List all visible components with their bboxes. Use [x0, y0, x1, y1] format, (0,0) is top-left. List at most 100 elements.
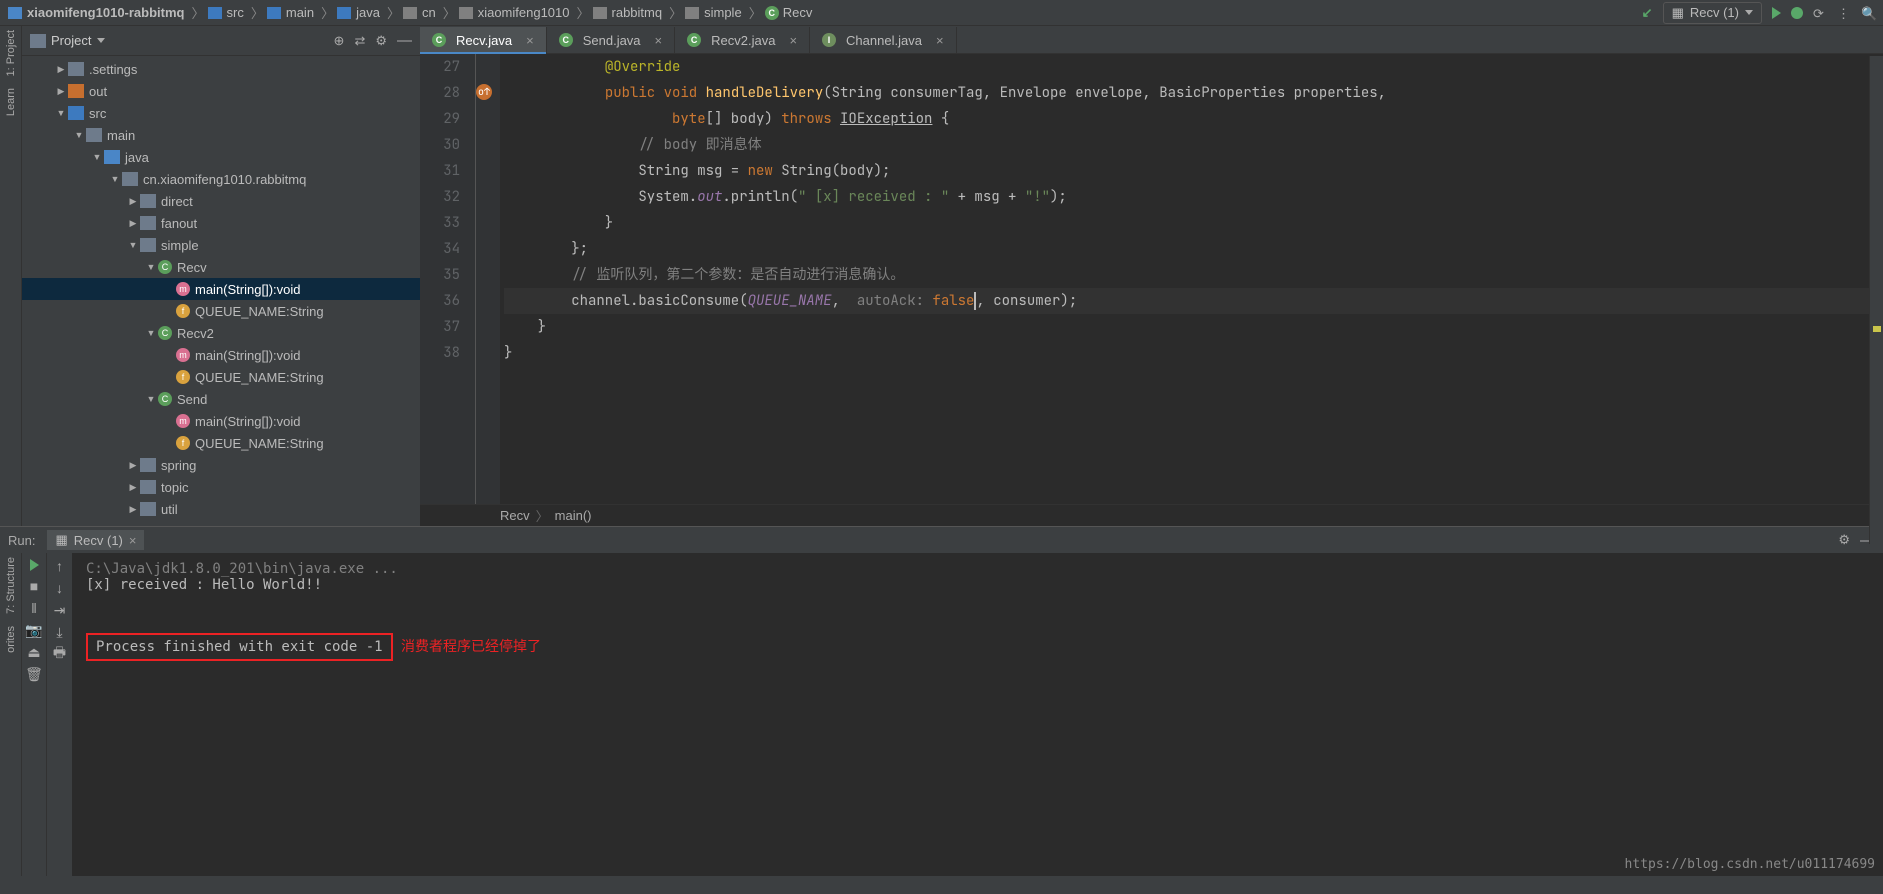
breadcrumb-item[interactable]: java [337, 5, 380, 20]
run-config-selector[interactable]: ▦ Recv (1) [1663, 2, 1762, 24]
tree-item[interactable]: main(String[]):void [22, 278, 420, 300]
tree-item[interactable]: fanout [22, 212, 420, 234]
code-line[interactable]: public void handleDelivery(String consum… [504, 80, 1883, 106]
favorites-tool-button[interactable]: orites [5, 626, 17, 653]
close-icon[interactable]: × [655, 33, 663, 48]
line-number[interactable]: 28 [420, 80, 460, 106]
tree-caret[interactable] [54, 86, 68, 97]
breadcrumb-item[interactable]: CRecv [765, 5, 813, 20]
code-line[interactable]: }; [504, 236, 1883, 262]
editor-tab[interactable]: CRecv.java× [420, 27, 547, 53]
code-line[interactable]: @Override [504, 54, 1883, 80]
tree-item[interactable]: topic [22, 476, 420, 498]
tree-item[interactable]: direct [22, 190, 420, 212]
line-number[interactable]: 38 [420, 340, 460, 366]
line-number[interactable]: 31 [420, 158, 460, 184]
tree-item[interactable]: java [22, 146, 420, 168]
search-button[interactable]: 🔍 [1861, 6, 1875, 20]
project-tool-button[interactable]: 1: Project [5, 30, 17, 76]
close-icon[interactable]: × [129, 533, 137, 548]
down-stack-button[interactable]: ↓ [53, 581, 67, 595]
code-line[interactable]: String msg = new String(body); [504, 158, 1883, 184]
tree-item[interactable]: .settings [22, 58, 420, 80]
stop-button[interactable]: ■ [27, 579, 41, 593]
breadcrumb-item[interactable]: rabbitmq [593, 5, 663, 20]
line-number[interactable]: 37 [420, 314, 460, 340]
editor-tab[interactable]: IChannel.java× [810, 27, 956, 53]
learn-tool-button[interactable]: Learn [5, 88, 17, 116]
code-line[interactable]: // 监听队列，第二个参数：是否自动进行消息确认。 [504, 262, 1883, 288]
code-line[interactable]: } [504, 314, 1883, 340]
line-number[interactable]: 34 [420, 236, 460, 262]
breadcrumb-item[interactable]: simple [685, 5, 742, 20]
tree-item[interactable]: main(String[]):void [22, 344, 420, 366]
select-opened-icon[interactable]: ⊕ [334, 33, 345, 49]
pause-button[interactable]: ‖ [27, 601, 41, 615]
close-icon[interactable]: × [789, 33, 797, 48]
editor-tab[interactable]: CRecv2.java× [675, 27, 810, 53]
tree-item[interactable]: QUEUE_NAME:String [22, 300, 420, 322]
tree-caret[interactable] [54, 108, 68, 118]
tree-item[interactable]: out [22, 80, 420, 102]
tree-caret[interactable] [54, 64, 68, 75]
tree-caret[interactable] [126, 196, 140, 207]
tree-caret[interactable] [126, 218, 140, 229]
breadcrumb-method[interactable]: main() [555, 508, 592, 523]
breadcrumb-item[interactable]: main [267, 5, 314, 20]
override-icon[interactable]: o↑ [476, 84, 492, 100]
soft-wrap-button[interactable]: ⇥ [53, 603, 67, 617]
tree-caret[interactable] [72, 130, 86, 140]
tree-caret[interactable] [126, 504, 140, 515]
tree-item[interactable]: main [22, 124, 420, 146]
tree-item[interactable]: main(String[]):void [22, 410, 420, 432]
debug-button[interactable] [1791, 7, 1803, 19]
tree-item[interactable]: src [22, 102, 420, 124]
tree-item[interactable]: util [22, 498, 420, 520]
code-line[interactable]: byte[] body) throws IOException { [504, 106, 1883, 132]
close-icon[interactable]: × [936, 33, 944, 48]
code-lines[interactable]: @Override public void handleDelivery(Str… [500, 54, 1883, 504]
line-number[interactable]: 29 [420, 106, 460, 132]
breadcrumb-item[interactable]: xiaomifeng1010 [459, 5, 570, 20]
breadcrumb-item[interactable]: cn [403, 5, 436, 20]
tree-caret[interactable] [90, 152, 104, 162]
collapse-icon[interactable]: ⇄ [354, 33, 365, 49]
line-number[interactable]: 33 [420, 210, 460, 236]
editor-breadcrumb[interactable]: Recv 〉 main() [420, 504, 1883, 526]
tree-item[interactable]: Send [22, 388, 420, 410]
project-tree[interactable]: .settingsoutsrcmainjavacn.xiaomifeng1010… [22, 56, 420, 526]
rerun-button[interactable] [30, 559, 39, 571]
warning-mark[interactable] [1873, 326, 1881, 332]
tree-item[interactable]: QUEUE_NAME:String [22, 432, 420, 454]
tree-item[interactable]: simple [22, 234, 420, 256]
editor-tab[interactable]: CSend.java× [547, 27, 675, 53]
tree-item[interactable]: Recv2 [22, 322, 420, 344]
code-area[interactable]: 272829303132333435363738 o↑ @Override pu… [420, 54, 1883, 504]
profile-button[interactable]: ⋮ [1837, 6, 1851, 20]
breadcrumb-item[interactable]: src [208, 5, 244, 20]
print-button[interactable]: 🖶 [53, 647, 67, 661]
line-number[interactable]: 27 [420, 54, 460, 80]
run-button[interactable] [1772, 7, 1781, 19]
tree-caret[interactable] [126, 482, 140, 493]
breadcrumb-class[interactable]: Recv [500, 508, 530, 523]
sync-icon[interactable]: ↙ [1642, 5, 1653, 21]
code-line[interactable]: } [504, 340, 1883, 366]
code-line[interactable]: } [504, 210, 1883, 236]
tree-item[interactable]: cn.xiaomifeng1010.rabbitmq [22, 168, 420, 190]
code-line[interactable]: System.out.println(" [x] received : " + … [504, 184, 1883, 210]
code-line[interactable]: channel.basicConsume(QUEUE_NAME, autoAck… [504, 288, 1883, 314]
chevron-down-icon[interactable] [97, 38, 105, 43]
console-output[interactable]: C:\Java\jdk1.8.0_201\bin\java.exe ... [x… [72, 553, 1883, 876]
tree-item[interactable]: Recv [22, 256, 420, 278]
close-icon[interactable]: × [526, 33, 534, 48]
up-stack-button[interactable]: ↑ [53, 559, 67, 573]
exit-button[interactable]: ⏏ [27, 645, 41, 659]
breadcrumb-item[interactable]: xiaomifeng1010-rabbitmq [8, 5, 185, 20]
line-number[interactable]: 32 [420, 184, 460, 210]
tree-caret[interactable] [126, 240, 140, 250]
gear-icon[interactable]: ⚙ [1838, 532, 1850, 549]
tree-caret[interactable] [144, 262, 158, 272]
code-line[interactable]: // body 即消息体 [504, 132, 1883, 158]
tree-caret[interactable] [108, 174, 122, 184]
